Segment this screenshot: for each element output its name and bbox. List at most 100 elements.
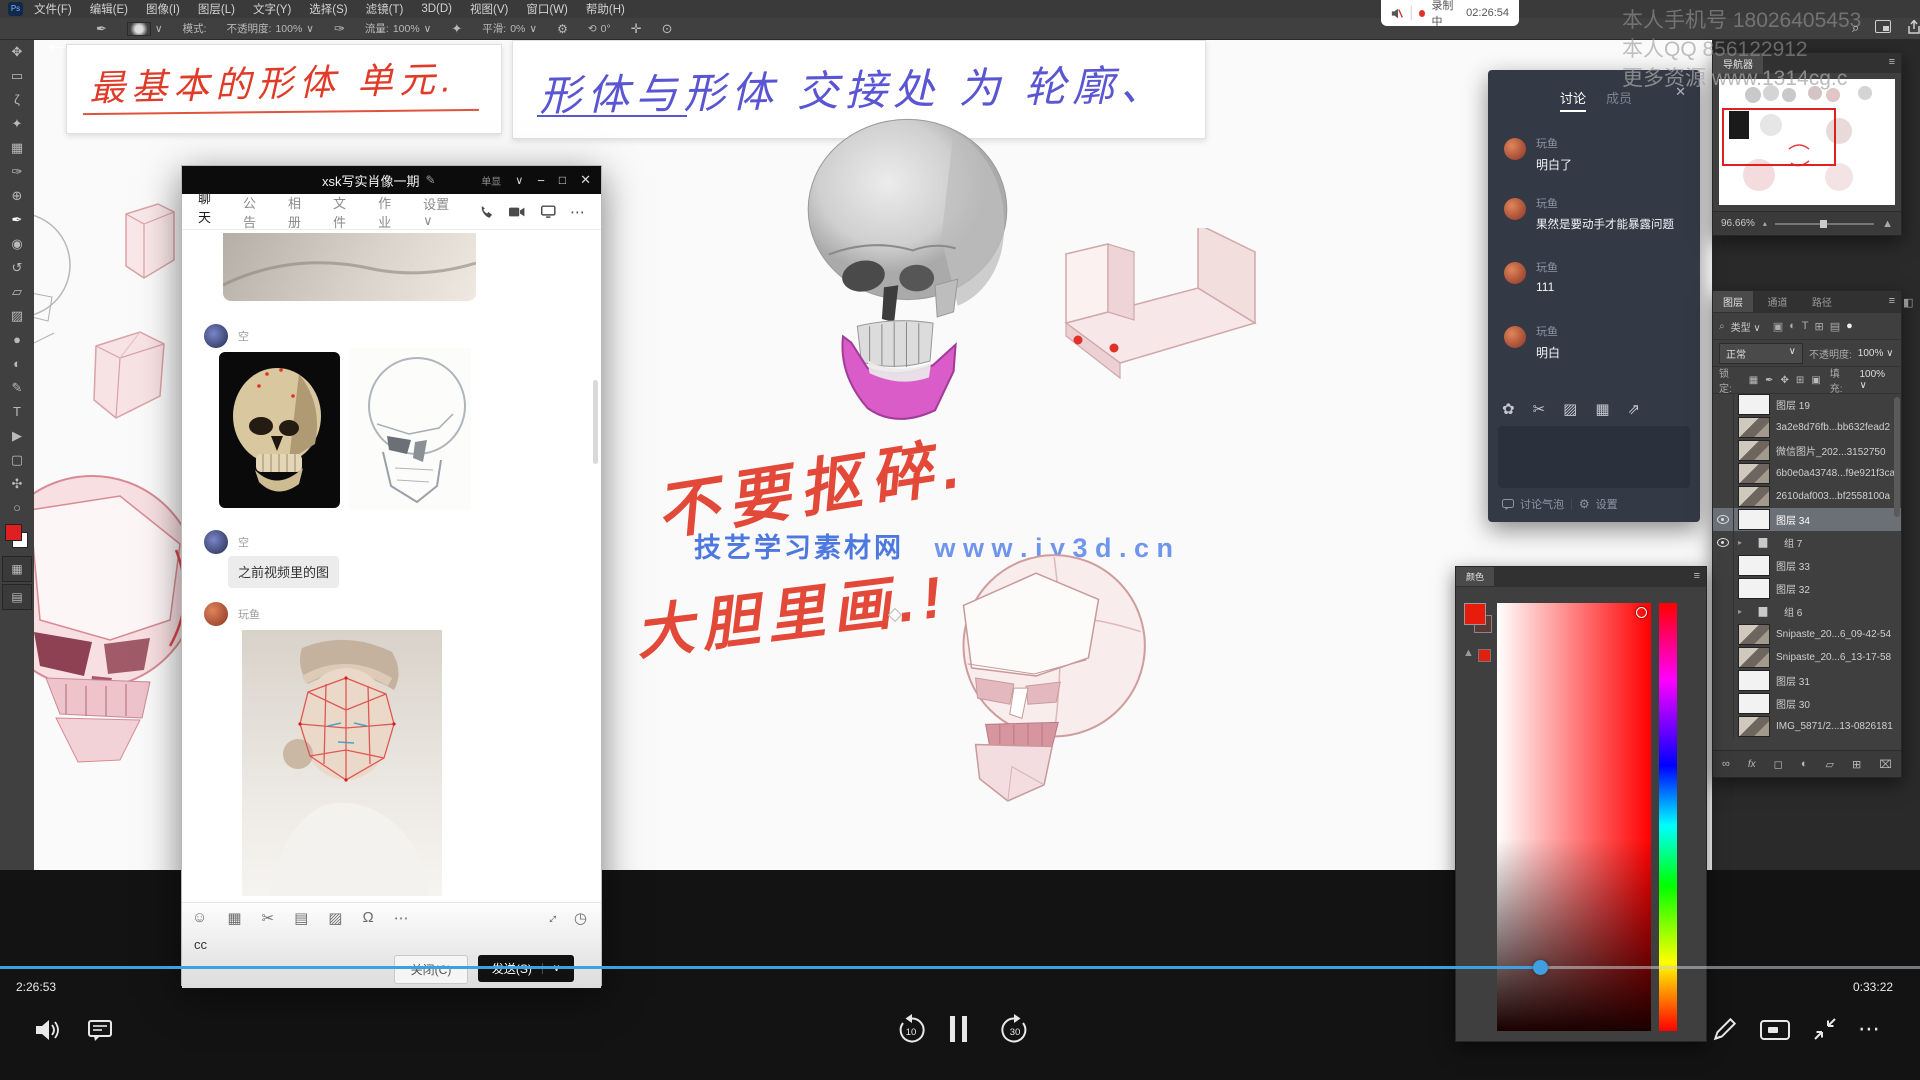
new-group-icon[interactable]: ▱ — [1825, 758, 1833, 771]
tab-homework[interactable]: 作业 — [378, 193, 399, 231]
blur-tool[interactable]: ● — [0, 328, 34, 352]
layer-row[interactable]: Snipaste_20...6_09-42-54 — [1713, 623, 1901, 646]
delete-layer-icon[interactable]: ⌧ — [1879, 758, 1892, 771]
history-brush-tool[interactable]: ↺ — [0, 256, 34, 280]
volume-icon[interactable] — [34, 1018, 62, 1042]
muted-speaker-icon[interactable] — [1391, 7, 1403, 20]
avatar[interactable] — [1504, 198, 1526, 220]
wand-tool[interactable]: ✦ — [0, 112, 34, 136]
player-timeline[interactable] — [0, 966, 1920, 970]
eraser-tool[interactable]: ▱ — [0, 280, 34, 304]
chat-bubble[interactable]: 之前视频里的图 — [228, 556, 339, 588]
airbrush-icon[interactable]: ✦ — [451, 21, 462, 37]
brush-tool[interactable]: ✒ — [0, 208, 34, 232]
color-field-cursor[interactable] — [1636, 607, 1647, 618]
layer-mask-icon[interactable]: ◻ — [1774, 758, 1783, 771]
layer-row[interactable]: IMG_5871/2...13-0826181 — [1713, 715, 1901, 738]
filter-type-icon[interactable]: T — [1802, 320, 1809, 332]
filter-adjust-icon[interactable]: ◐ — [1789, 320, 1796, 332]
danmaku-icon[interactable] — [88, 1020, 112, 1042]
image-icon[interactable]: ▨ — [1563, 400, 1577, 418]
avatar[interactable] — [204, 530, 228, 554]
menu-image[interactable]: 图像(I) — [146, 1, 180, 17]
shape-tool[interactable]: ▢ — [0, 448, 34, 472]
filter-toggle-icon[interactable]: ● — [1846, 320, 1853, 332]
pen-tool[interactable]: ✎ — [0, 376, 34, 400]
filter-smart-icon[interactable]: ▤ — [1830, 320, 1840, 333]
layer-opacity-value[interactable]: 100% ∨ — [1858, 348, 1894, 359]
tab-album[interactable]: 相册 — [288, 193, 309, 231]
search-icon[interactable]: ⌕ — [1852, 20, 1859, 36]
layer-row[interactable]: 图层 32 — [1713, 577, 1901, 600]
color-panel-tab[interactable]: 颜色 — [1456, 567, 1494, 586]
menu-layer[interactable]: 图层(L) — [198, 1, 235, 17]
layer-row-selected[interactable]: 图层 34 — [1713, 508, 1901, 531]
forward-30-icon[interactable]: 30 — [1000, 1014, 1030, 1046]
bell-icon[interactable]: Ω — [362, 909, 373, 927]
pressure-opacity-icon[interactable]: ✑ — [334, 21, 345, 37]
lasso-tool[interactable]: ζ — [0, 88, 34, 112]
tab-discussion[interactable]: 讨论 — [1560, 88, 1586, 107]
smoothing-gear-icon[interactable]: ⚙ — [557, 22, 568, 36]
panel-menu-icon[interactable]: ≡ — [1889, 295, 1895, 307]
discussion-settings-label[interactable]: 设置 — [1596, 496, 1618, 512]
pause-button[interactable] — [950, 1016, 970, 1042]
collapsed-panel-brushes[interactable]: ▤ — [2, 584, 32, 610]
layer-row[interactable]: 图层 30 — [1713, 692, 1901, 715]
layer-row[interactable]: 3a2e8d76fb...bb632fead2 — [1713, 416, 1901, 439]
layers-tab[interactable]: 图层 — [1713, 291, 1753, 312]
more-input-icon[interactable]: ⋯ — [394, 909, 409, 927]
close-icon[interactable]: ✕ — [580, 172, 591, 188]
chat-titlebar[interactable]: xsk写实肖像一期 ✎ 单显 ∨ − □ ✕ — [182, 166, 601, 194]
new-layer-icon[interactable]: ⊞ — [1852, 758, 1861, 771]
chat-input-area[interactable]: ☺ ▦ ✂ ▤ ▨ Ω ⋯ ↔ ◷ cc 关闭(C) 发送(S) ∨ — [182, 902, 601, 988]
folder-icon[interactable]: ▤ — [294, 909, 308, 927]
back-arrow-icon[interactable]: ← — [44, 28, 70, 59]
dock-strip-icon-history[interactable]: ◧ — [1903, 296, 1913, 309]
layer-row[interactable]: 微信图片_202...3152750 — [1713, 439, 1901, 462]
message-input[interactable]: cc — [194, 937, 207, 952]
navigator-zoom-value[interactable]: 96.66% — [1721, 218, 1755, 229]
discussion-input[interactable] — [1498, 426, 1690, 488]
share-icon[interactable] — [1907, 20, 1920, 34]
zoom-tool[interactable]: ○ — [0, 496, 34, 520]
menu-help[interactable]: 帮助(H) — [586, 1, 625, 17]
brush-angle[interactable]: ⟲ 0° — [588, 23, 611, 35]
smoothing-value[interactable]: 0% — [510, 23, 525, 35]
screen-share-icon[interactable] — [541, 204, 556, 220]
scissors-icon[interactable]: ✂ — [1533, 400, 1546, 418]
zoom-out-icon[interactable]: ▴ — [1763, 219, 1767, 228]
fill-value[interactable]: 100% ∨ — [1859, 369, 1895, 391]
filter-image-icon[interactable]: ▣ — [1773, 320, 1783, 333]
minimize-icon[interactable]: − — [537, 173, 545, 188]
board-icon[interactable]: ▦ — [1595, 400, 1609, 418]
menu-filter[interactable]: 滤镜(T) — [366, 1, 404, 17]
foreground-color-swatch[interactable] — [5, 524, 22, 541]
dodge-tool[interactable]: ◐ — [0, 352, 34, 376]
avatar[interactable] — [1504, 262, 1526, 284]
menu-view[interactable]: 视图(V) — [470, 1, 508, 17]
phone-call-icon[interactable] — [479, 203, 494, 221]
menu-select[interactable]: 选择(S) — [309, 1, 347, 17]
lock-all-icon[interactable]: ▣ — [1811, 375, 1820, 386]
chat-scrollbar[interactable] — [593, 380, 598, 464]
scissors-icon[interactable]: ✂ — [262, 909, 275, 927]
paths-tab[interactable]: 路径 — [1802, 291, 1842, 312]
panel-menu-icon[interactable]: ≡ — [1694, 570, 1700, 582]
gradient-tool[interactable]: ▨ — [0, 304, 34, 328]
history-icon[interactable]: ◷ — [574, 909, 587, 927]
tab-chat[interactable]: 聊天 — [198, 188, 219, 236]
zoom-in-icon[interactable]: ▲ — [1882, 218, 1893, 230]
avatar[interactable] — [1504, 326, 1526, 348]
layer-row[interactable]: 图层 19 — [1713, 393, 1901, 416]
chevron-down-icon[interactable]: ∨ — [515, 174, 523, 187]
channels-tab[interactable]: 通道 — [1757, 291, 1797, 312]
layer-list[interactable]: 图层 19 3a2e8d76fb...bb632fead2 微信图片_202..… — [1713, 393, 1901, 749]
chat-badge[interactable]: 单显 — [481, 173, 501, 188]
menu-window[interactable]: 窗口(W) — [526, 1, 568, 17]
image-icon[interactable]: ▨ — [328, 909, 342, 927]
gamut-swatch[interactable] — [1478, 649, 1491, 662]
eyedropper-tool[interactable]: ✑ — [0, 160, 34, 184]
layer-row[interactable]: 图层 33 — [1713, 554, 1901, 577]
menu-3d[interactable]: 3D(D) — [421, 3, 452, 15]
